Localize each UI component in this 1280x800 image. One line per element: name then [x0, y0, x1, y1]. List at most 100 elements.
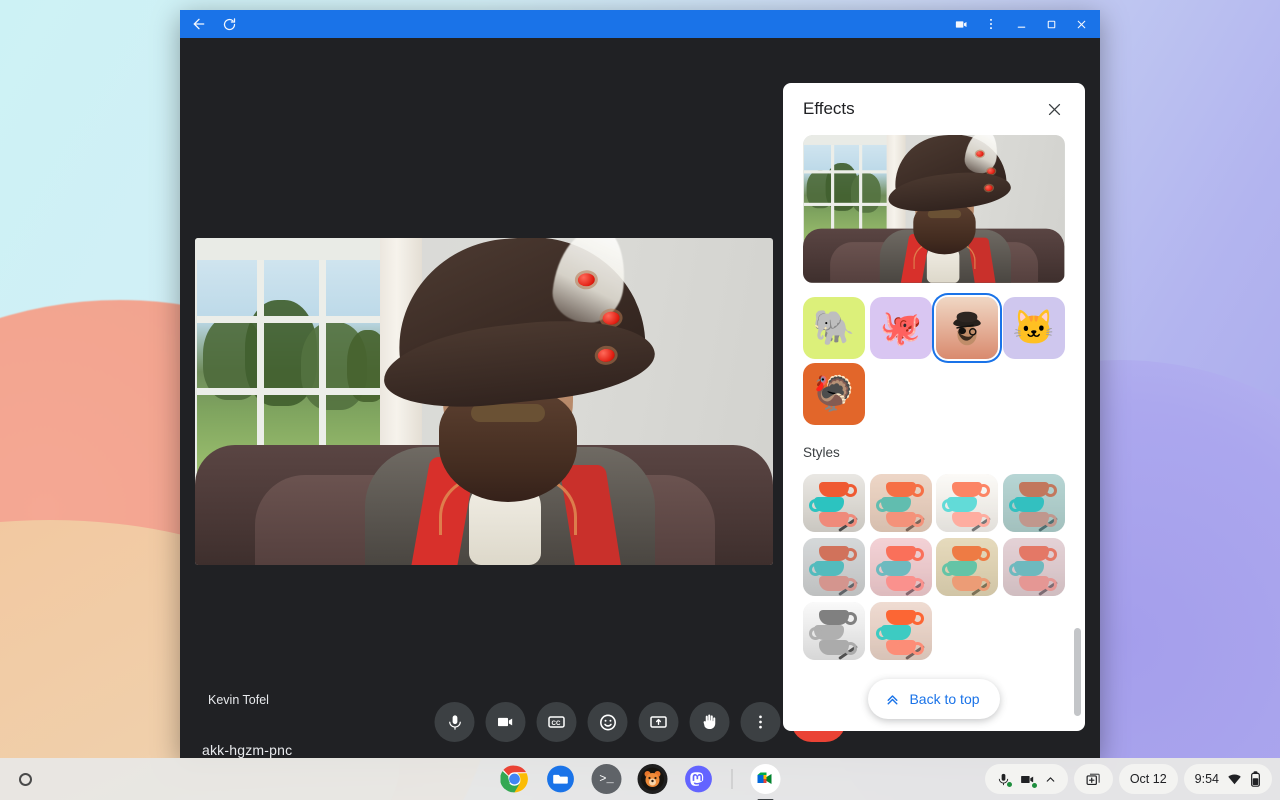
- mastodon-icon: [685, 765, 712, 793]
- effects-panel-title: Effects: [803, 99, 855, 118]
- style-warm-sand[interactable]: [869, 474, 932, 532]
- new-desk-icon: [1086, 773, 1100, 785]
- google-meet-window: Kevin Tofel akk-hgzm-pnc CC Effects 🐘 🐙 …: [180, 10, 1100, 758]
- raise-hand-button[interactable]: [689, 702, 730, 742]
- style-black-white[interactable]: [803, 602, 865, 660]
- microphone-icon: [448, 714, 461, 730]
- effects-panel-scrollbar[interactable]: [1074, 628, 1081, 716]
- shelf-item-mastodon[interactable]: [684, 764, 714, 794]
- style-tint: [869, 474, 932, 532]
- google-meet-icon: [757, 772, 772, 784]
- style-tint: [803, 474, 865, 532]
- style-mauve[interactable]: [1002, 538, 1065, 596]
- system-status-pill[interactable]: 9:54: [1183, 764, 1272, 794]
- present-screen-button[interactable]: [638, 702, 679, 742]
- mic-active-dot: [1005, 780, 1013, 788]
- window-mullion: [831, 144, 835, 243]
- turkey-filter-glyph: 🦃: [812, 375, 856, 413]
- launcher-circle-icon: [18, 772, 32, 786]
- titlebar-menu-button[interactable]: [976, 11, 1006, 37]
- svg-text:CC: CC: [552, 720, 561, 727]
- style-tint: [803, 538, 865, 596]
- close-icon: [1048, 103, 1060, 115]
- desktop: Kevin Tofel akk-hgzm-pnc CC Effects 🐘 🐙 …: [0, 0, 1280, 800]
- shelf-separator: [731, 769, 733, 789]
- microphone-button[interactable]: [434, 702, 475, 742]
- effects-panel: Effects 🐘 🐙 🐱 🦃 Styles Back to top: [783, 83, 1085, 731]
- octopus-filter[interactable]: 🐙: [869, 297, 932, 359]
- elephant-filter-glyph: 🐘: [812, 309, 856, 347]
- shelf-item-files[interactable]: [546, 764, 576, 794]
- mic-indicator: [996, 772, 1013, 788]
- pirate-thumbnail-icon: [953, 311, 982, 346]
- style-clean-white[interactable]: [936, 474, 999, 532]
- style-tint: [936, 538, 999, 596]
- launcher-button[interactable]: [8, 762, 42, 796]
- minimize-icon: [1017, 26, 1025, 28]
- turkey-filter[interactable]: 🦃: [803, 363, 865, 425]
- self-view-preview[interactable]: [803, 135, 1065, 283]
- chevron-up-icon[interactable]: [1044, 773, 1057, 786]
- more-options-button[interactable]: [740, 702, 781, 742]
- back-to-top-button[interactable]: Back to top: [868, 679, 1000, 719]
- mustache: [927, 210, 962, 219]
- reload-button[interactable]: [214, 11, 244, 37]
- meeting-stage: Kevin Tofel akk-hgzm-pnc CC Effects 🐘 🐙 …: [180, 38, 1100, 758]
- new-desk-button[interactable]: [1073, 764, 1113, 794]
- style-normal[interactable]: [803, 474, 865, 532]
- camera-button[interactable]: [485, 702, 526, 742]
- closed-captions-icon: CC: [548, 716, 565, 728]
- back-to-top-label: Back to top: [909, 691, 980, 707]
- style-tint: [1002, 538, 1065, 596]
- pirate-avatar: [870, 135, 1019, 283]
- cat-filter-glyph: 🐱: [1012, 309, 1056, 347]
- style-pink-blush[interactable]: [869, 538, 932, 596]
- present-screen-icon: [650, 716, 667, 728]
- titlebar-camera-button[interactable]: [946, 11, 976, 37]
- window-mullion: [319, 260, 326, 475]
- time-label: 9:54: [1194, 772, 1219, 786]
- style-tint: [869, 538, 932, 596]
- window-mullion: [859, 144, 863, 243]
- wifi-icon: [1228, 774, 1241, 784]
- pirate-filter[interactable]: [936, 297, 999, 359]
- camera-indicator: [1019, 771, 1038, 789]
- battery-icon: [1251, 771, 1260, 787]
- files-icon: [547, 765, 574, 793]
- octopus-filter-glyph: 🐙: [879, 309, 922, 347]
- window-mullion: [257, 260, 264, 475]
- captions-button[interactable]: CC: [536, 702, 577, 742]
- style-teal[interactable]: [1002, 474, 1065, 532]
- back-button[interactable]: [184, 11, 214, 37]
- cat-filter[interactable]: 🐱: [1002, 297, 1065, 359]
- video-scene: [195, 238, 773, 565]
- maximize-button[interactable]: [1036, 11, 1066, 37]
- effects-close-button[interactable]: [1037, 92, 1071, 126]
- shelf-item-chrome[interactable]: [500, 764, 530, 794]
- maximize-icon: [1047, 20, 1055, 28]
- style-cool-grey[interactable]: [803, 538, 865, 596]
- style-tint: [869, 602, 932, 660]
- style-vivid-warm[interactable]: [869, 602, 932, 660]
- shelf-item-google-meet[interactable]: [750, 764, 781, 800]
- style-golden[interactable]: [936, 538, 999, 596]
- bear-app-icon: [641, 767, 664, 791]
- double-chevron-up-icon: [888, 694, 898, 704]
- effects-scroll-area[interactable]: 🐘 🐙 🐱 🦃 Styles: [783, 135, 1085, 731]
- emoji-reaction-button[interactable]: [587, 702, 628, 742]
- shelf: >_ Oct 12 9:54: [0, 758, 1280, 800]
- media-indicators-pill[interactable]: [984, 764, 1068, 794]
- back-arrow-icon: [193, 18, 205, 30]
- elephant-filter[interactable]: 🐘: [803, 297, 865, 359]
- shelf-item-bear-app[interactable]: [637, 764, 668, 794]
- mustache: [471, 404, 545, 422]
- date-pill[interactable]: Oct 12: [1118, 764, 1178, 794]
- close-button[interactable]: [1066, 11, 1096, 37]
- minimize-button[interactable]: [1006, 11, 1036, 37]
- shelf-item-terminal[interactable]: >_: [591, 764, 622, 794]
- self-video-tile[interactable]: [195, 238, 773, 565]
- camera-active-dot: [1030, 781, 1038, 789]
- window-titlebar: [180, 10, 1100, 38]
- pirate-avatar: [343, 238, 673, 565]
- three-dot-menu-icon: [990, 18, 992, 30]
